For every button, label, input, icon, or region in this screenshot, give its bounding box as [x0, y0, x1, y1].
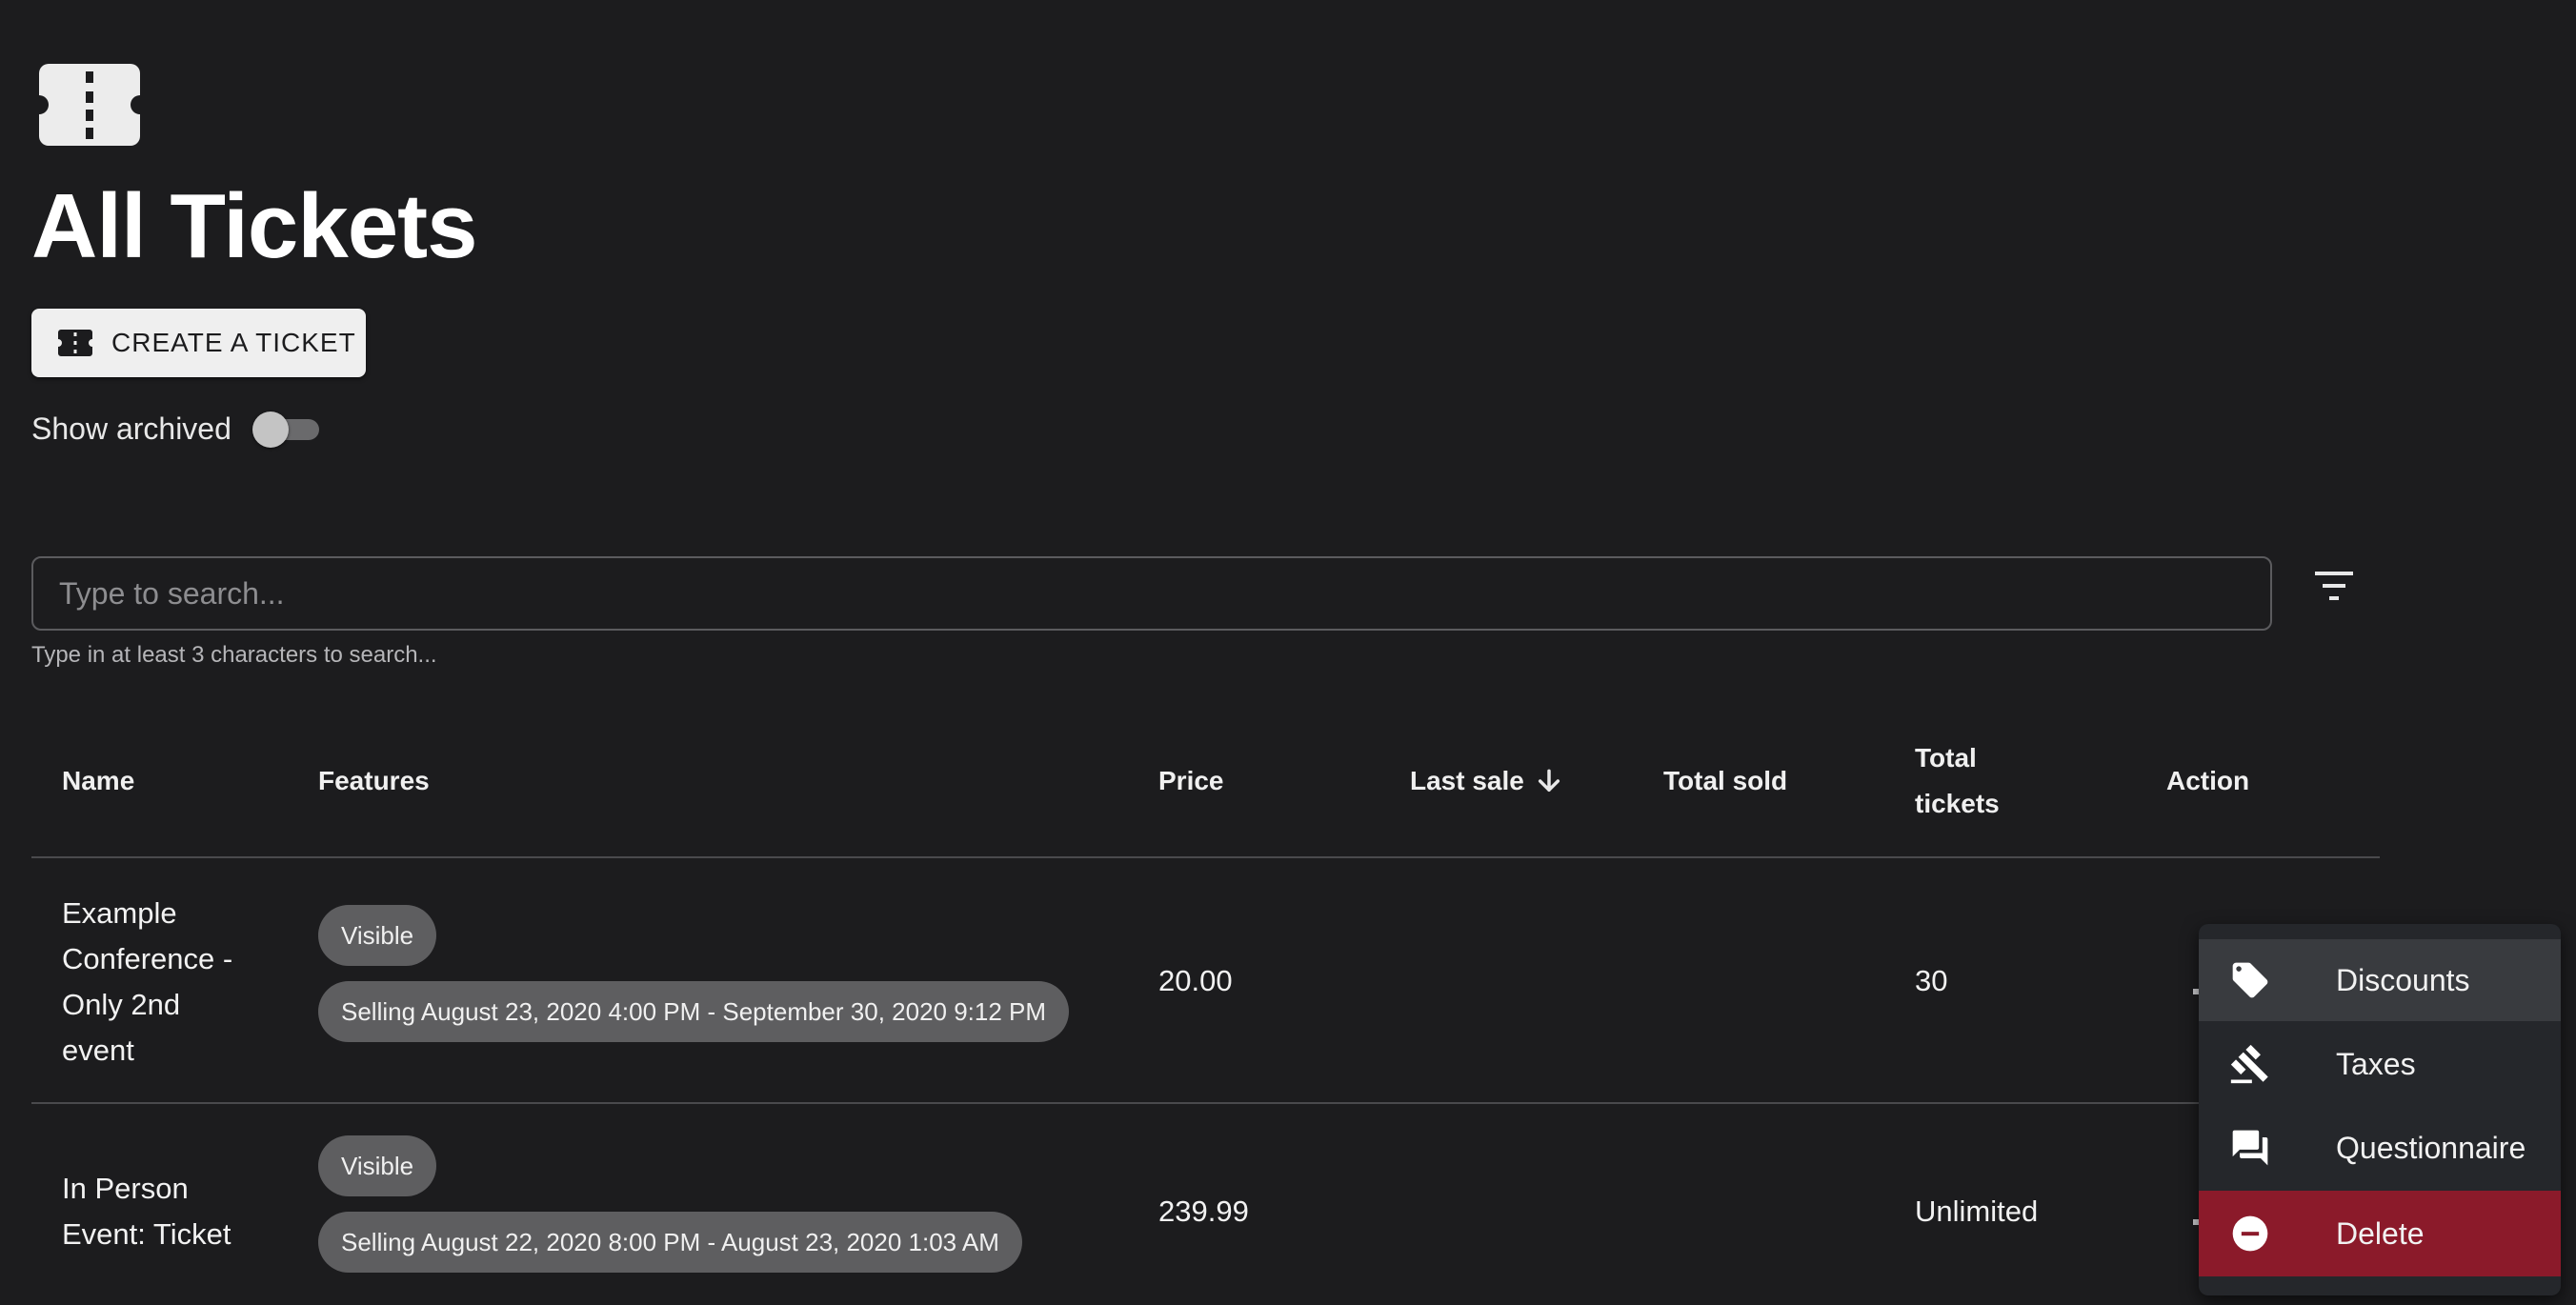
menu-item-label: Taxes [2336, 1046, 2416, 1081]
column-header-total-tickets[interactable]: Total tickets [1915, 735, 2000, 827]
column-header-name[interactable]: Name [62, 758, 134, 804]
ticket-price: 239.99 [1158, 1195, 1249, 1228]
ticket-name-line: In Person [62, 1172, 189, 1205]
gavel-icon [2230, 1044, 2268, 1084]
ticket-name-line: event [62, 1034, 134, 1067]
create-ticket-label: CREATE A TICKET [111, 328, 356, 357]
filter-icon[interactable] [2315, 570, 2353, 602]
ticket-name-line: Example [62, 896, 177, 930]
column-header-total-sold[interactable]: Total sold [1663, 758, 1787, 804]
ticket-icon [58, 330, 92, 356]
ticket-total-tickets: 30 [1915, 964, 1948, 997]
selling-period-chip: Selling August 23, 2020 4:00 PM - Septem… [318, 981, 1070, 1042]
ticket-total-tickets: Unlimited [1915, 1195, 2039, 1228]
ticket-name: In Person Event: Ticket [62, 1166, 231, 1257]
remove-circle-icon [2232, 1215, 2268, 1252]
column-header-total-tickets-line1: Total [1915, 743, 1977, 773]
ticket-name: Example Conference - Only 2nd event [62, 891, 232, 1074]
ticket-name-line: Only 2nd [62, 988, 181, 1021]
ticket-price: 20.00 [1158, 964, 1233, 997]
visible-chip: Visible [318, 905, 437, 966]
selling-period-chip: Selling August 22, 2020 8:00 PM - August… [318, 1212, 1022, 1273]
ticket-icon [39, 64, 140, 146]
menu-item-discounts[interactable]: Discounts [2199, 939, 2561, 1021]
arrow-down-icon [1538, 769, 1560, 793]
menu-item-delete[interactable]: Delete [2199, 1191, 2561, 1276]
column-header-total-tickets-line2: tickets [1915, 789, 2000, 818]
page-title: All Tickets [31, 175, 477, 277]
search-input[interactable] [31, 556, 2272, 631]
create-ticket-button[interactable]: CREATE A TICKET [31, 309, 366, 377]
forum-icon [2232, 1130, 2268, 1166]
column-header-price[interactable]: Price [1158, 758, 1224, 804]
show-archived-label: Show archived [31, 412, 231, 446]
show-archived-switch[interactable] [252, 412, 325, 448]
ticket-name-line: Event: Ticket [62, 1217, 231, 1251]
action-menu: Discounts Taxes Questionnaire Delete [2199, 924, 2561, 1295]
switch-thumb [252, 412, 289, 448]
column-header-action: Action [2166, 766, 2250, 795]
column-header-last-sale[interactable]: Last sale [1410, 758, 1564, 804]
visible-chip: Visible [318, 1135, 437, 1196]
search-helper-text: Type in at least 3 characters to search.… [31, 642, 437, 668]
menu-item-label: Discounts [2336, 962, 2470, 997]
menu-item-label: Questionnaire [2336, 1130, 2526, 1165]
ticket-name-line: Conference - [62, 942, 233, 975]
tag-icon [2232, 962, 2268, 998]
menu-item-taxes[interactable]: Taxes [2199, 1023, 2561, 1105]
column-header-features[interactable]: Features [318, 758, 430, 804]
menu-item-label: Delete [2336, 1215, 2425, 1251]
column-header-last-sale-label: Last sale [1410, 766, 1524, 795]
menu-item-questionnaire[interactable]: Questionnaire [2199, 1107, 2561, 1189]
